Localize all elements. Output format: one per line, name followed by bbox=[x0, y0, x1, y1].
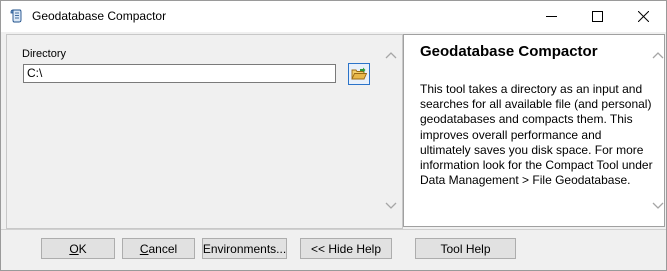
folder-open-icon bbox=[351, 67, 367, 80]
cancel-mnemonic: C bbox=[139, 241, 149, 256]
hide-help-button[interactable]: << Hide Help bbox=[300, 238, 392, 259]
close-icon bbox=[637, 11, 649, 22]
close-button[interactable] bbox=[620, 1, 666, 32]
ok-button[interactable]: OK bbox=[41, 238, 115, 259]
cancel-button[interactable]: Cancel bbox=[122, 238, 195, 259]
help-text: This tool takes a directory as an input … bbox=[420, 82, 653, 188]
cancel-label: ancel bbox=[148, 241, 178, 256]
ok-label: K bbox=[78, 241, 87, 256]
title-bar[interactable]: Geodatabase Compactor bbox=[1, 1, 666, 32]
tool-help-button[interactable]: Tool Help bbox=[415, 238, 516, 259]
maximize-icon bbox=[591, 11, 603, 22]
help-title: Geodatabase Compactor bbox=[420, 43, 598, 60]
window-title: Geodatabase Compactor bbox=[32, 9, 167, 23]
help-scroll-down-icon[interactable] bbox=[652, 201, 664, 211]
scroll-down-icon[interactable] bbox=[385, 201, 397, 211]
button-bar: OK Cancel Environments... << Hide Help T… bbox=[1, 229, 666, 270]
scroll-tool-icon bbox=[9, 8, 25, 24]
minimize-icon bbox=[545, 16, 557, 17]
dialog-window: Geodatabase Compactor Directory C:\ Geod… bbox=[0, 0, 667, 271]
parameters-panel: Directory C:\ bbox=[6, 34, 403, 229]
ok-mnemonic: O bbox=[69, 241, 79, 256]
scroll-up-icon[interactable] bbox=[385, 50, 397, 60]
help-scroll-up-icon[interactable] bbox=[652, 50, 664, 60]
browse-button[interactable] bbox=[348, 63, 370, 85]
maximize-button[interactable] bbox=[574, 1, 620, 32]
environments-button[interactable]: Environments... bbox=[202, 238, 287, 259]
directory-input[interactable]: C:\ bbox=[23, 64, 336, 83]
help-panel: Geodatabase Compactor This tool takes a … bbox=[403, 34, 665, 227]
directory-label: Directory bbox=[22, 48, 67, 60]
minimize-button[interactable] bbox=[528, 1, 574, 32]
